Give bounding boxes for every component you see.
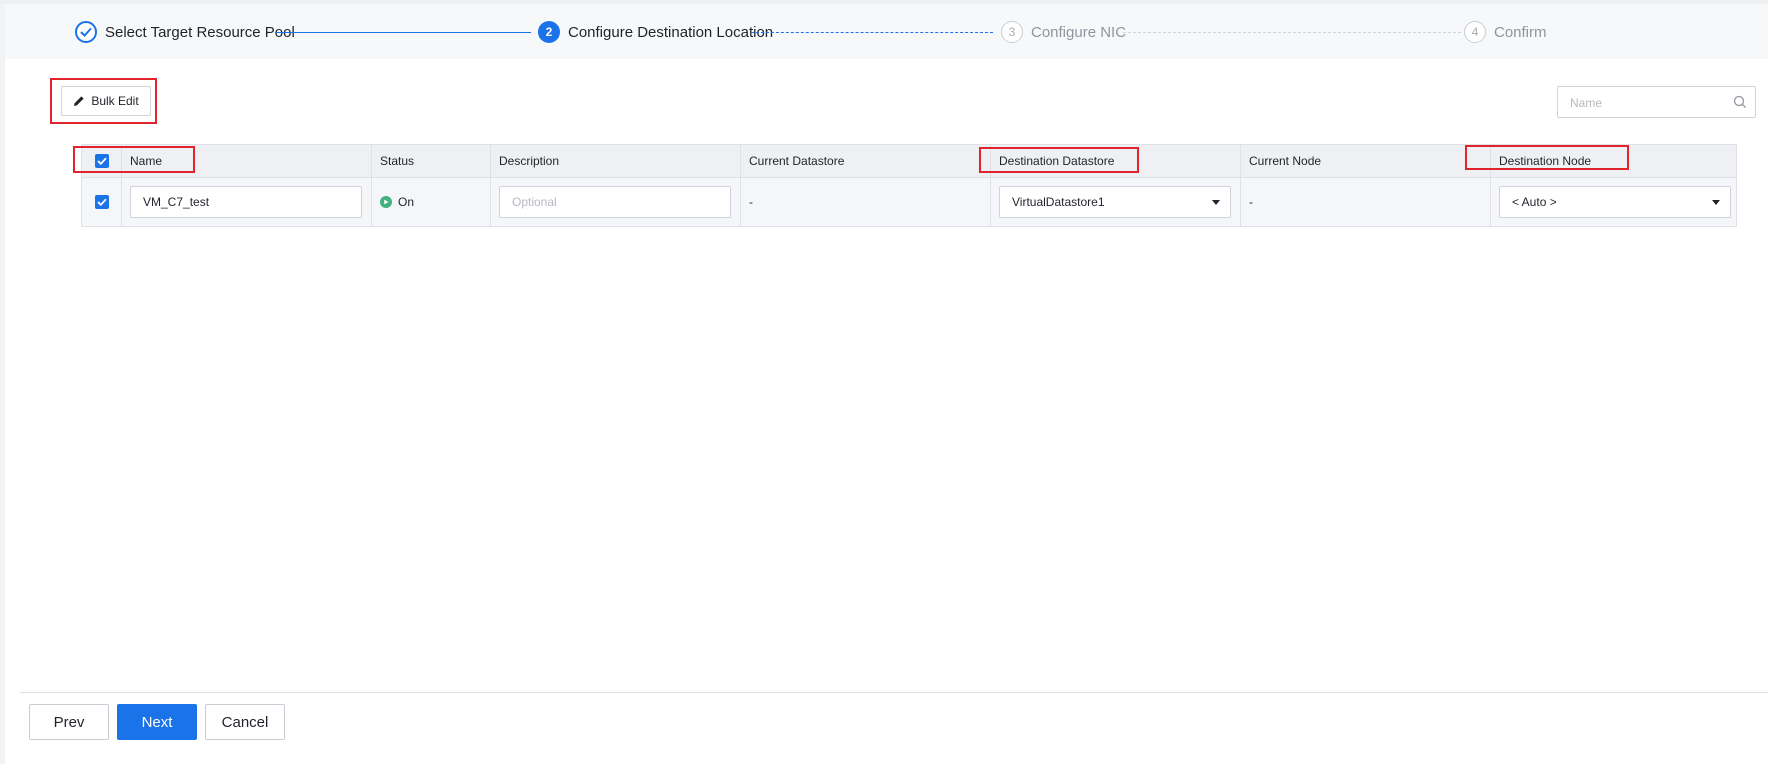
- wizard-steps: Select Target Resource Pool 2 Configure …: [5, 4, 1768, 59]
- step-connector: [275, 32, 531, 33]
- step-select-target-resource-pool[interactable]: Select Target Resource Pool: [75, 20, 295, 44]
- prev-button[interactable]: Prev: [29, 704, 109, 740]
- power-on-icon: [380, 196, 392, 208]
- bulk-edit-label: Bulk Edit: [91, 94, 139, 108]
- destination-datastore-select[interactable]: VirtualDatastore1: [999, 186, 1231, 218]
- vm-table: Name Status Description Current Datastor…: [81, 144, 1737, 227]
- cancel-button[interactable]: Cancel: [205, 704, 285, 740]
- column-header-name[interactable]: Name: [122, 145, 372, 177]
- left-edge-strip: [0, 0, 5, 764]
- footer-divider: [20, 692, 1768, 693]
- select-all-checkbox[interactable]: [94, 154, 109, 168]
- destination-datastore-value: VirtualDatastore1: [1012, 195, 1105, 209]
- pencil-icon: [74, 96, 84, 106]
- step-connector: [1123, 32, 1461, 33]
- step-confirm[interactable]: 4 Confirm: [1464, 20, 1547, 44]
- column-header-description[interactable]: Description: [491, 145, 741, 177]
- status-text: On: [398, 195, 415, 209]
- select-all-cell: [82, 145, 122, 177]
- search-input[interactable]: [1568, 94, 1732, 112]
- description-cell: Optional: [491, 178, 741, 226]
- current-node-cell: -: [1241, 178, 1491, 226]
- destination-node-value: < Auto >: [1512, 195, 1557, 209]
- description-input[interactable]: Optional: [499, 186, 731, 218]
- status-cell: On: [372, 178, 491, 226]
- caret-down-icon: [1712, 199, 1720, 205]
- check-icon: [75, 21, 97, 43]
- destination-node-select[interactable]: < Auto >: [1499, 186, 1731, 218]
- column-header-destination-node[interactable]: Destination Node: [1491, 145, 1736, 177]
- table-row: VM_C7_test On Optional - VirtualDatastor…: [82, 177, 1736, 226]
- step-number: 3: [1001, 21, 1023, 43]
- caret-down-icon: [1212, 199, 1220, 205]
- step-number: 4: [1464, 21, 1486, 43]
- step-label: Configure NIC: [1031, 23, 1127, 41]
- column-header-status[interactable]: Status: [372, 145, 491, 177]
- step-configure-nic[interactable]: 3 Configure NIC: [1001, 20, 1126, 44]
- destination-datastore-cell: VirtualDatastore1: [991, 178, 1241, 226]
- step-number: 2: [538, 21, 560, 43]
- step-configure-destination-location[interactable]: 2 Configure Destination Location: [538, 20, 773, 44]
- row-checkbox[interactable]: [94, 195, 109, 209]
- row-select-cell: [82, 178, 122, 226]
- step-label: Select Target Resource Pool: [105, 23, 295, 41]
- destination-node-cell: < Auto >: [1491, 178, 1736, 226]
- column-header-current-node[interactable]: Current Node: [1241, 145, 1491, 177]
- vm-name-input[interactable]: VM_C7_test: [130, 186, 362, 218]
- search-box[interactable]: [1557, 86, 1756, 118]
- name-cell: VM_C7_test: [122, 178, 372, 226]
- step-label: Confirm: [1494, 23, 1547, 41]
- bulk-edit-button[interactable]: Bulk Edit: [61, 86, 151, 116]
- step-label: Configure Destination Location: [568, 23, 774, 41]
- table-header: Name Status Description Current Datastor…: [82, 145, 1736, 177]
- step-connector: [751, 32, 993, 33]
- next-button[interactable]: Next: [117, 704, 197, 740]
- column-header-destination-datastore[interactable]: Destination Datastore: [991, 145, 1241, 177]
- current-datastore-cell: -: [741, 178, 991, 226]
- search-icon[interactable]: [1733, 95, 1747, 109]
- column-header-current-datastore[interactable]: Current Datastore: [741, 145, 991, 177]
